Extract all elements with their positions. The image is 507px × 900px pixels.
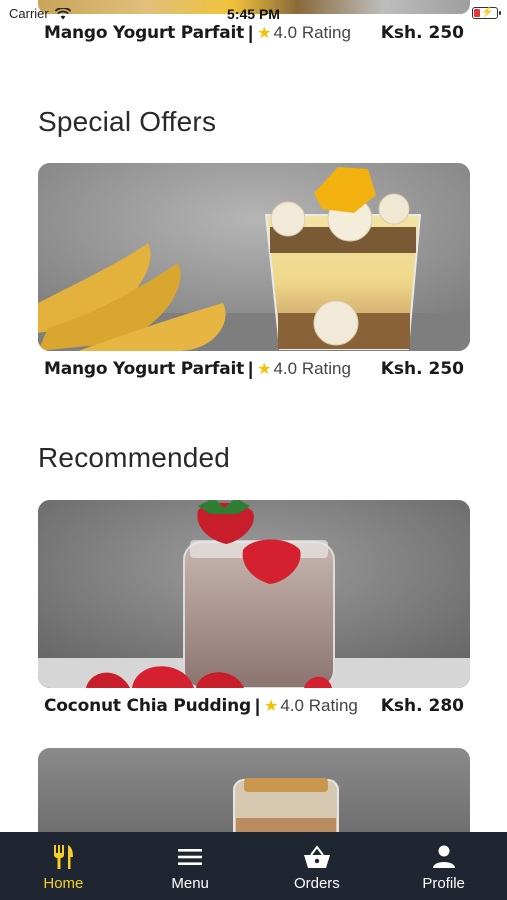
- special-offer-item-info[interactable]: Mango Yogurt Parfait | ★ 4.0 Rating Ksh.…: [44, 356, 464, 382]
- item-rating: 4.0 Rating: [273, 23, 351, 42]
- tab-menu[interactable]: Menu: [127, 832, 254, 900]
- tab-label: Menu: [171, 875, 209, 892]
- item-separator: |: [248, 358, 254, 379]
- recommended-item-info[interactable]: Coconut Chia Pudding | ★ 4.0 Rating Ksh.…: [44, 693, 464, 719]
- item-name: Coconut Chia Pudding: [44, 696, 251, 716]
- item-rating: 4.0 Rating: [273, 359, 351, 378]
- mango-parfait-image: [38, 163, 470, 351]
- status-bar: Carrier 5:45 PM ⚡: [0, 0, 507, 26]
- star-icon: ★: [257, 361, 272, 378]
- item-price: Ksh. 250: [380, 359, 464, 379]
- tab-label: Profile: [422, 875, 465, 892]
- special-offer-card-image[interactable]: [38, 163, 470, 351]
- tab-profile[interactable]: Profile: [380, 832, 507, 900]
- section-title-special-offers: Special Offers: [38, 106, 217, 137]
- person-icon: [429, 842, 459, 872]
- chia-pudding-image: [38, 500, 470, 688]
- tab-home[interactable]: Home: [0, 832, 127, 900]
- star-icon: ★: [264, 698, 279, 715]
- recommended-card-image[interactable]: [38, 500, 470, 688]
- fork-knife-icon: [48, 842, 78, 872]
- tab-orders[interactable]: Orders: [254, 832, 381, 900]
- charging-bolt-icon: ⚡: [481, 7, 494, 18]
- item-separator: |: [254, 695, 261, 716]
- section-title-recommended: Recommended: [38, 442, 231, 473]
- item-price: Ksh. 250: [380, 23, 464, 43]
- item-price: Ksh. 280: [380, 696, 464, 716]
- item-name: Mango Yogurt Parfait: [44, 23, 245, 43]
- tab-label: Orders: [293, 875, 340, 892]
- star-icon: ★: [257, 25, 272, 42]
- basket-icon: [302, 842, 332, 872]
- item-name: Mango Yogurt Parfait: [44, 359, 245, 379]
- tab-label: Home: [43, 875, 84, 892]
- battery-icon: ⚡: [472, 7, 501, 19]
- hamburger-menu-icon: [175, 842, 205, 872]
- item-rating: 4.0 Rating: [280, 696, 358, 715]
- bottom-tab-bar: Home Menu Orders Profile: [0, 832, 507, 900]
- status-time: 5:45 PM: [227, 6, 280, 22]
